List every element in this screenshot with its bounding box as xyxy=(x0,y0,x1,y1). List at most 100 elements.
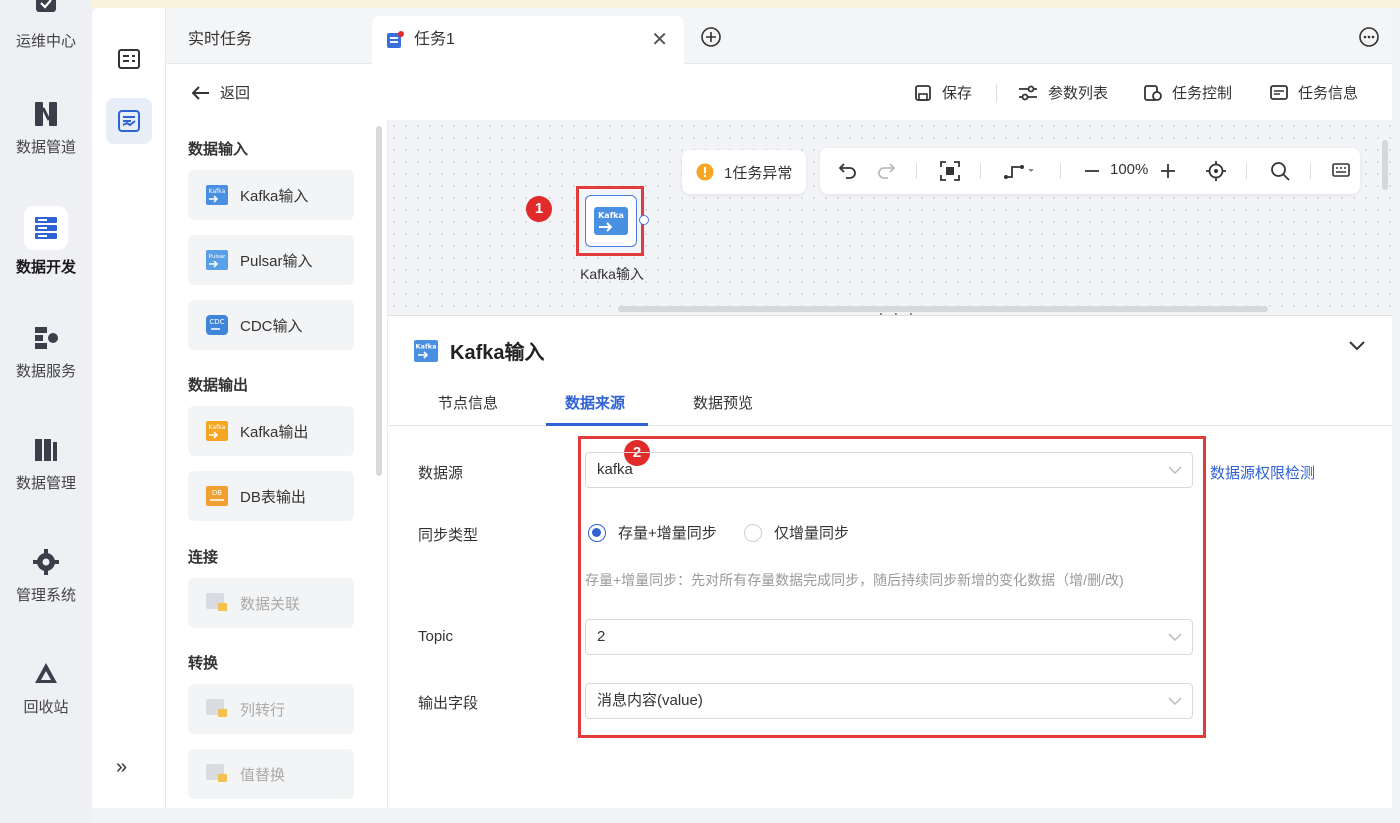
component-palette: 数据输入 Kafka Kafka输入 Pulsar Pulsar输入 CDC C… xyxy=(166,120,388,808)
panel-title-text: Kafka输入 xyxy=(450,342,545,364)
more-icon[interactable] xyxy=(1358,26,1380,48)
palette-item-label: 列转行 xyxy=(240,701,286,719)
control-button[interactable]: 任务控制 xyxy=(1144,82,1232,103)
save-button[interactable]: 保存 xyxy=(914,82,972,103)
canvas-scrollbar-v[interactable] xyxy=(1382,140,1388,190)
canvas-toolbar-divider xyxy=(1246,163,1247,179)
nav-item-recycle[interactable]: 回收站 xyxy=(0,660,92,717)
palette-item-db-output[interactable]: DB DB表输出 xyxy=(188,471,354,521)
radio-unchecked xyxy=(744,523,762,542)
canvas-toolbar-divider xyxy=(980,163,981,179)
arrow-left-icon xyxy=(192,85,209,100)
task-warning[interactable]: 1任务异常 xyxy=(682,150,807,194)
kafka-output-icon-text: Kafka xyxy=(209,424,226,431)
radio-label: 存量+增量同步 xyxy=(618,525,717,542)
nav-item-system[interactable]: 管理系统 xyxy=(0,548,92,605)
palette-item-pulsar-input[interactable]: Pulsar Pulsar输入 xyxy=(188,235,354,285)
cdc-input-icon-text: CDC xyxy=(209,318,224,326)
replace-lock-icon xyxy=(206,764,227,782)
task-control-icon xyxy=(1144,84,1162,101)
main-nav: 运维中心 数据管道 数据开发 数据服务 数据管理 管理系统 回收站 xyxy=(0,0,92,823)
palette-item-cdc-input[interactable]: CDC CDC输入 xyxy=(188,300,354,350)
sync-option-full[interactable]: 存量+增量同步 xyxy=(588,522,717,543)
panel-title-icon-text: Kafka xyxy=(416,342,437,350)
task-doc-icon xyxy=(387,31,404,48)
info-button[interactable]: 任务信息 xyxy=(1270,82,1358,103)
output-field-select[interactable]: 消息内容(value) xyxy=(585,683,1193,719)
pulsar-input-icon: Pulsar xyxy=(206,250,228,270)
search-icon[interactable] xyxy=(1270,161,1290,181)
palette-item-kafka-input[interactable]: Kafka Kafka输入 xyxy=(188,170,354,220)
output-field-label: 输出字段 xyxy=(418,695,479,712)
expand-sidebar-button[interactable]: » xyxy=(116,756,127,779)
radio-label: 仅增量同步 xyxy=(774,525,850,542)
chevron-down-icon xyxy=(1168,466,1182,475)
col-to-row-lock-icon xyxy=(206,699,227,717)
palette-item-col-to-row[interactable]: 列转行 xyxy=(188,684,354,734)
back-label: 返回 xyxy=(220,85,251,102)
minimap-icon[interactable] xyxy=(1332,161,1350,179)
kafka-node-icon: Kafka xyxy=(594,207,628,235)
redo-icon[interactable] xyxy=(876,161,896,179)
workspace: 实时任务 任务1 ✕ 返回 保存 参数列表 任务控制 任务信息 数据输入 Kaf… xyxy=(92,8,1392,808)
toolbar-divider xyxy=(996,84,997,102)
rail-item-list[interactable] xyxy=(106,36,152,82)
nav-item-pipeline[interactable]: 数据管道 xyxy=(0,100,92,157)
cdc-input-icon: CDC xyxy=(206,315,228,335)
sync-type-label: 同步类型 xyxy=(418,527,479,544)
palette-item-replace[interactable]: 值替换 xyxy=(188,749,354,799)
datasource-permission-link[interactable]: 数据源权限检测 xyxy=(1210,462,1315,483)
canvas-toolbar-divider xyxy=(916,163,917,179)
rail-item-edit[interactable] xyxy=(106,98,152,144)
line-style-icon[interactable] xyxy=(1004,161,1036,181)
close-icon[interactable]: ✕ xyxy=(651,16,668,64)
params-button[interactable]: 参数列表 xyxy=(1018,82,1108,103)
task-toolbar: 返回 保存 参数列表 任务控制 任务信息 xyxy=(166,64,1392,120)
locate-icon[interactable] xyxy=(1206,161,1226,181)
node-output-port[interactable] xyxy=(639,215,649,225)
control-label: 任务控制 xyxy=(1172,85,1233,102)
undo-icon[interactable] xyxy=(838,161,858,179)
palette-item-join[interactable]: 数据关联 xyxy=(188,578,354,628)
topic-value: 2 xyxy=(597,628,606,645)
tab-node-info[interactable]: 节点信息 xyxy=(438,392,498,413)
palette-item-kafka-output[interactable]: Kafka Kafka输出 xyxy=(188,406,354,456)
tab-task1[interactable]: 任务1 ✕ xyxy=(372,16,684,64)
add-tab-icon[interactable] xyxy=(700,26,722,48)
palette-group-input: 数据输入 xyxy=(188,141,249,158)
fit-view-icon[interactable] xyxy=(940,161,960,181)
palette-item-label: Kafka输入 xyxy=(240,187,309,205)
palette-item-label: 值替换 xyxy=(240,766,286,784)
console-icon xyxy=(118,49,140,69)
top-notice-strip xyxy=(0,0,1400,8)
tab-realtime[interactable]: 实时任务 xyxy=(188,16,252,64)
canvas-scrollbar-h[interactable] xyxy=(618,306,1268,312)
dev-icon xyxy=(35,217,57,239)
nav-item-manage[interactable]: 数据管理 xyxy=(0,436,92,493)
nav-item-dev[interactable]: 数据开发 xyxy=(0,206,92,277)
sync-option-incremental[interactable]: 仅增量同步 xyxy=(744,522,849,543)
zoom-in-icon[interactable] xyxy=(1160,161,1176,181)
zoom-level: 100% xyxy=(1110,161,1149,178)
palette-item-label: CDC输入 xyxy=(240,317,303,335)
datasource-select[interactable]: kafka xyxy=(585,452,1193,488)
nav-item-service[interactable]: 数据服务 xyxy=(0,324,92,381)
kafka-input-node[interactable]: Kafka xyxy=(585,195,637,247)
canvas-toolbar-divider xyxy=(1310,163,1311,179)
tab-data-source[interactable]: 数据来源 xyxy=(565,392,625,413)
params-label: 参数列表 xyxy=(1048,85,1109,102)
chevron-down-icon[interactable] xyxy=(1348,340,1366,352)
palette-scrollbar[interactable] xyxy=(376,126,382,476)
kafka-output-icon: Kafka xyxy=(206,421,228,441)
nav-item-ops[interactable]: 运维中心 xyxy=(0,0,92,51)
topic-select[interactable]: 2 xyxy=(585,619,1193,655)
flow-canvas[interactable]: 1任务异常 100% 1 Kafka Kafka输入 xyxy=(388,120,1392,326)
palette-group-transform: 转换 xyxy=(188,655,219,672)
zoom-out-icon[interactable] xyxy=(1084,161,1100,181)
back-button[interactable]: 返回 xyxy=(192,82,250,103)
save-icon xyxy=(915,84,931,101)
palette-group-connect: 连接 xyxy=(188,549,219,566)
tab-data-preview[interactable]: 数据预览 xyxy=(693,392,753,413)
radio-checked xyxy=(588,523,606,542)
kafka-node-icon-text: Kafka xyxy=(598,211,624,220)
